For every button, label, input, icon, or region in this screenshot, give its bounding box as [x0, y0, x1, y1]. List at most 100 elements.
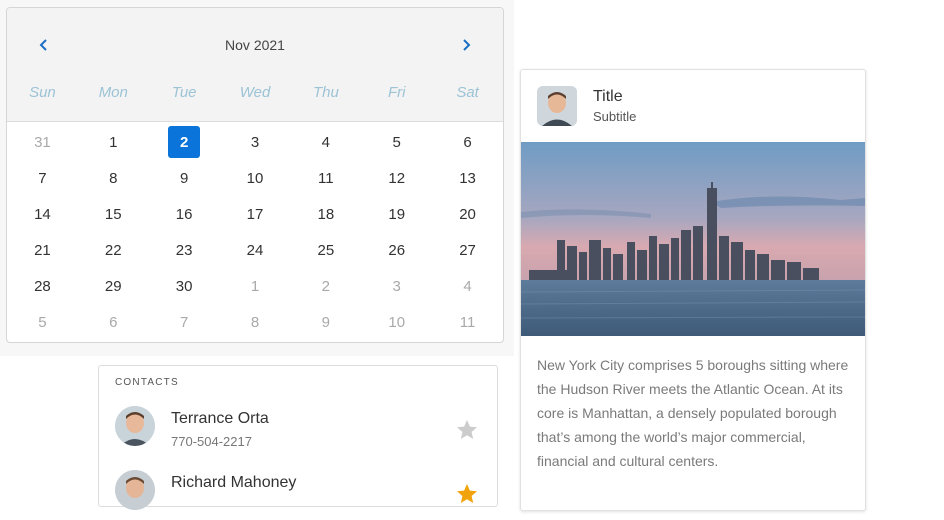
contact-item[interactable]: Terrance Orta 770-504-2217 [115, 406, 485, 456]
card-description: New York City comprises 5 boroughs sitti… [537, 357, 849, 469]
calendar-day-number: 3 [250, 133, 260, 151]
calendar-day-number: 2 [168, 126, 201, 158]
calendar-day-number: 17 [246, 205, 264, 223]
calendar-day[interactable]: 30 [149, 268, 220, 304]
calendar-day[interactable]: 27 [432, 232, 503, 268]
star-outline-icon [457, 420, 477, 439]
calendar-day-number: 7 [179, 313, 189, 331]
next-month-button[interactable] [455, 34, 477, 56]
calendar-day[interactable]: 16 [149, 196, 220, 232]
calendar-day-number: 23 [175, 241, 193, 259]
calendar-day[interactable]: 10 [220, 160, 291, 196]
calendar-day-number: 14 [34, 205, 51, 223]
calendar-day[interactable]: 1 [220, 268, 291, 304]
calendar-day-number: 5 [38, 313, 47, 331]
calendar-day[interactable]: 3 [361, 268, 432, 304]
calendar-day[interactable]: 31 [7, 124, 78, 160]
calendar-day-number: 8 [250, 313, 260, 331]
city-skyline-image [521, 142, 865, 336]
calendar-day[interactable]: 7 [7, 160, 78, 196]
calendar-day-number: 7 [38, 169, 47, 187]
calendar-day[interactable]: 23 [149, 232, 220, 268]
calendar-day-number: 21 [34, 241, 51, 259]
calendar-day[interactable]: 5 [361, 124, 432, 160]
calendar-day[interactable]: 12 [361, 160, 432, 196]
calendar-day-number: 15 [104, 205, 122, 223]
weekday-label: Mon [98, 84, 128, 101]
calendar-day-number: 4 [321, 133, 331, 151]
calendar-header: Nov 2021 Sun Mon Tue Wed Thu Fri Sat [7, 8, 503, 122]
card-title: Title [593, 88, 623, 105]
calendar-day-number: 3 [392, 277, 401, 295]
calendar-day-number: 4 [463, 277, 472, 295]
calendar-day-number: 24 [246, 241, 264, 259]
calendar-day-number: 12 [388, 169, 406, 187]
calendar-day[interactable]: 20 [432, 196, 503, 232]
calendar-day[interactable]: 29 [78, 268, 149, 304]
calendar-day[interactable]: 25 [290, 232, 361, 268]
calendar-day[interactable]: 9 [290, 304, 361, 340]
weekday-label: Tue [171, 84, 197, 101]
calendar-day[interactable]: 22 [78, 232, 149, 268]
avatar [115, 406, 155, 446]
calendar-day-selected[interactable]: 2 [149, 124, 220, 160]
calendar-month-title[interactable]: Nov 2021 [7, 37, 503, 53]
calendar-day[interactable]: 8 [78, 160, 149, 196]
contacts-title: CONTACTS [115, 377, 179, 388]
calendar-day-number: 18 [317, 205, 335, 223]
calendar-day[interactable]: 7 [149, 304, 220, 340]
calendar-day-number: 11 [318, 169, 334, 187]
favorite-star-button[interactable] [455, 482, 479, 506]
contacts-panel: CONTACTS Terrance Orta 770-504-2217 Rich… [98, 365, 498, 510]
weekday-label: Thu [312, 84, 339, 101]
calendar-day[interactable]: 11 [432, 304, 503, 340]
calendar-day-number: 9 [321, 313, 331, 331]
calendar-day[interactable]: 17 [220, 196, 291, 232]
calendar-day[interactable]: 8 [220, 304, 291, 340]
calendar-day-number: 10 [246, 169, 264, 187]
calendar-day[interactable]: 1 [78, 124, 149, 160]
calendar-day-number: 2 [321, 277, 331, 295]
weekday-label: Sun [29, 84, 56, 101]
calendar-day[interactable]: 2 [290, 268, 361, 304]
calendar-day[interactable]: 5 [7, 304, 78, 340]
calendar-day[interactable]: 24 [220, 232, 291, 268]
calendar-day-number: 20 [459, 205, 476, 223]
calendar-day-number: 28 [34, 277, 51, 295]
calendar-day[interactable]: 15 [78, 196, 149, 232]
calendar-day[interactable]: 21 [7, 232, 78, 268]
contact-item[interactable]: Richard Mahoney [115, 470, 485, 520]
calendar-day[interactable]: 9 [149, 160, 220, 196]
calendar-day[interactable]: 28 [7, 268, 78, 304]
calendar-day-number: 22 [104, 241, 122, 259]
contact-name: Richard Mahoney [171, 474, 297, 491]
card-avatar [537, 86, 577, 126]
calendar-day[interactable]: 6 [78, 304, 149, 340]
calendar-day-number: 13 [459, 169, 476, 187]
calendar-day[interactable]: 6 [432, 124, 503, 160]
calendar-day[interactable]: 4 [290, 124, 361, 160]
contact-name: Terrance Orta [171, 410, 269, 427]
calendar-day[interactable]: 10 [361, 304, 432, 340]
calendar-day-number: 6 [109, 313, 118, 331]
calendar-day[interactable]: 14 [7, 196, 78, 232]
calendar-day[interactable]: 19 [361, 196, 432, 232]
calendar-day[interactable]: 18 [290, 196, 361, 232]
calendar-day[interactable]: 4 [432, 268, 503, 304]
info-card: Title Subtitle New York City comprises 5… [520, 69, 866, 511]
calendar-day[interactable]: 13 [432, 160, 503, 196]
weekday-label: Fri [387, 84, 406, 101]
calendar-day-grid: 31 1 2 3 4 5 6 7 8 9 10 11 12 13 14 15 16 17 18 19 20 21 22 23 2… [7, 122, 503, 340]
calendar-day[interactable]: 3 [220, 124, 291, 160]
calendar-day-number: 19 [388, 205, 406, 223]
person-avatar-icon [115, 470, 155, 510]
calendar-day-number: 5 [392, 133, 401, 151]
calendar-day[interactable]: 26 [361, 232, 432, 268]
favorite-star-button[interactable] [455, 418, 479, 442]
avatar [115, 470, 155, 510]
calendar-day-number: 25 [317, 241, 335, 259]
weekday-header-row: Sun Mon Tue Wed Thu Fri Sat [7, 84, 503, 101]
star-filled-icon [457, 484, 477, 503]
calendar-day-number: 30 [175, 277, 193, 295]
calendar-day[interactable]: 11 [290, 160, 361, 196]
